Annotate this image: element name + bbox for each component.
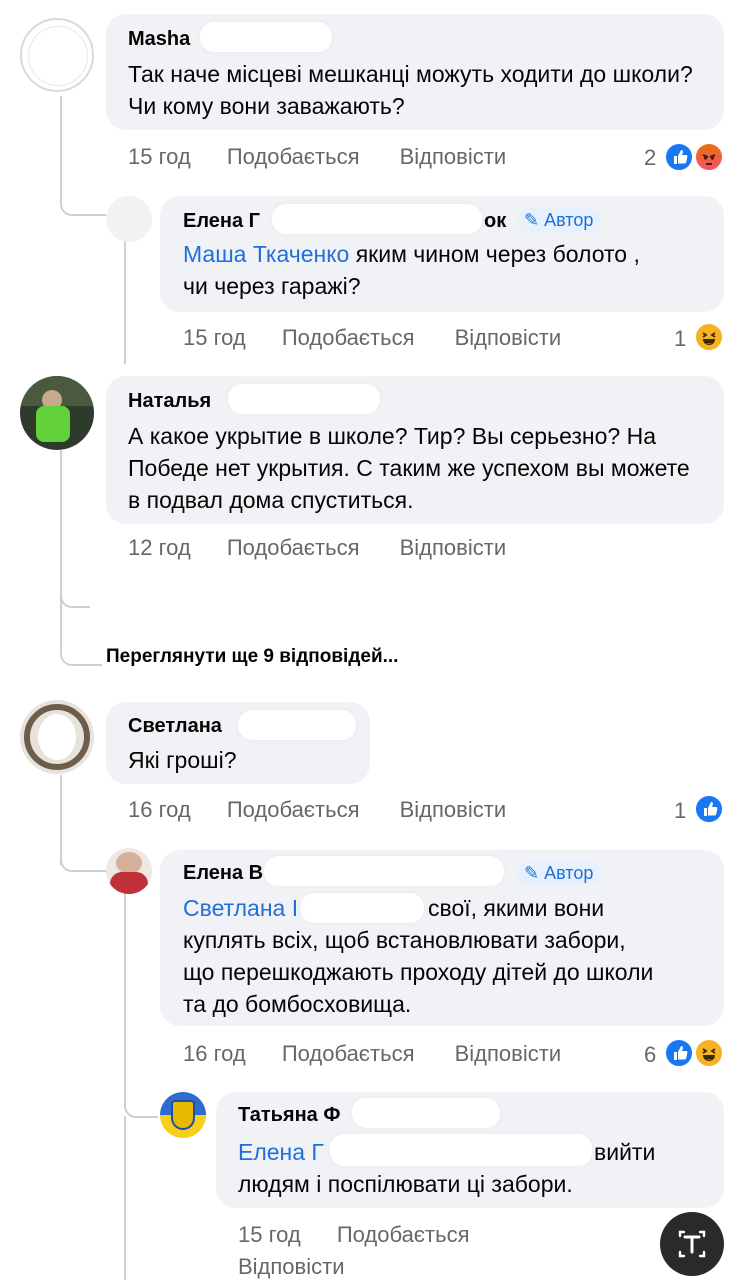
avatar[interactable] xyxy=(160,1092,206,1138)
thread-connector xyxy=(60,840,106,872)
comment-text: Маша Ткаченко яким чином через болото , … xyxy=(183,238,653,302)
redaction xyxy=(272,204,482,234)
comment-meta: 15 год Подобається Відповісти xyxy=(238,1219,538,1283)
comment-text-line: вийти xyxy=(594,1139,656,1165)
mention-link[interactable]: Светлана І xyxy=(183,895,298,921)
like-button[interactable]: Подобається xyxy=(337,1219,470,1251)
author-badge: ✎ Автор xyxy=(518,861,602,886)
reaction-count[interactable]: 1 xyxy=(674,326,686,352)
like-button[interactable]: Подобається xyxy=(282,1041,415,1067)
reply-button[interactable]: Відповісти xyxy=(238,1251,538,1283)
comment-time[interactable]: 15 год xyxy=(238,1219,301,1251)
like-button[interactable]: Подобається xyxy=(227,797,360,823)
redaction xyxy=(228,384,380,414)
comment-meta: 16 год Подобається Відповісти xyxy=(183,1041,561,1067)
redaction xyxy=(264,856,504,886)
comment-time[interactable]: 16 год xyxy=(183,1041,246,1067)
comment-author-name[interactable]: Елена Г xyxy=(183,210,260,233)
comment-text-line: свої, якими вони xyxy=(428,895,605,921)
comment-time[interactable]: 12 год xyxy=(128,535,191,561)
like-icon xyxy=(694,794,724,824)
comment-author-name[interactable]: Елена В xyxy=(183,862,263,885)
pencil-icon: ✎ xyxy=(524,210,540,230)
like-button[interactable]: Подобається xyxy=(227,535,360,561)
comment-text: Які гроші? xyxy=(128,747,237,773)
thread-line xyxy=(124,240,126,364)
reply-button[interactable]: Відповісти xyxy=(400,535,507,561)
comment-time[interactable]: 15 год xyxy=(128,144,191,170)
thread-connector xyxy=(60,180,110,216)
reply-button[interactable]: Відповісти xyxy=(455,325,562,351)
reply-button[interactable]: Відповісти xyxy=(455,1041,562,1067)
avatar[interactable] xyxy=(106,848,152,894)
like-button[interactable]: Подобається xyxy=(282,325,415,351)
redaction xyxy=(330,1134,592,1166)
comment-text: А какое укрытие в школе? Тир? Вы серьезн… xyxy=(128,423,690,513)
thread-connector xyxy=(124,1080,158,1118)
comment-author-name[interactable]: Наталья xyxy=(128,390,211,413)
comment-text-body: людям і поспілювати ці забори. xyxy=(238,1171,573,1197)
pencil-icon: ✎ xyxy=(524,863,540,883)
reaction-count[interactable]: 2 xyxy=(644,145,656,171)
thread-line xyxy=(124,893,126,1103)
comment-meta: 16 год Подобається Відповісти xyxy=(128,797,506,823)
avatar[interactable] xyxy=(20,376,94,450)
author-badge-label: Автор xyxy=(544,863,594,883)
avatar[interactable] xyxy=(20,700,94,774)
thread-connector xyxy=(60,600,102,666)
author-badge-label: Автор xyxy=(544,210,594,230)
reaction-count[interactable]: 1 xyxy=(674,798,686,824)
comment-author-name[interactable]: Masha xyxy=(128,28,190,51)
haha-icon xyxy=(694,322,724,352)
reply-button[interactable]: Відповісти xyxy=(400,797,507,823)
comment-meta: 15 год Подобається Відповісти xyxy=(183,325,561,351)
redaction xyxy=(238,710,356,740)
text-icon xyxy=(678,1230,706,1258)
comment-time[interactable]: 16 год xyxy=(128,797,191,823)
comment-time[interactable]: 15 год xyxy=(183,325,246,351)
comment-author-name-tail[interactable]: ок xyxy=(484,210,506,233)
comment-author-name[interactable]: Татьяна Ф xyxy=(238,1104,340,1127)
translate-button[interactable] xyxy=(660,1212,724,1276)
like-icon xyxy=(664,1038,694,1068)
comment-author-name[interactable]: Светлана xyxy=(128,715,222,738)
haha-icon xyxy=(694,1038,724,1068)
reaction-count[interactable]: 6 xyxy=(644,1042,656,1068)
avatar[interactable] xyxy=(106,196,152,242)
comment-meta: 15 год Подобається Відповісти xyxy=(128,144,506,170)
view-more-replies-link[interactable]: Переглянути ще 9 відповідей... xyxy=(106,646,398,668)
redaction xyxy=(300,893,424,923)
angry-icon xyxy=(694,142,724,172)
comment-text: Так наче місцеві мешканці можуть ходити … xyxy=(128,61,693,119)
comment-meta: 12 год Подобається Відповісти xyxy=(128,535,506,561)
mention-link[interactable]: Маша Ткаченко xyxy=(183,241,349,267)
redaction xyxy=(200,22,332,52)
redaction xyxy=(352,1098,500,1128)
like-icon xyxy=(664,142,694,172)
mention-link[interactable]: Елена Г xyxy=(238,1139,324,1165)
author-badge: ✎ Автор xyxy=(518,208,602,233)
like-button[interactable]: Подобається xyxy=(227,144,360,170)
thread-line xyxy=(124,1116,126,1280)
avatar[interactable] xyxy=(20,18,94,92)
comment-text: Елена Г xyxy=(238,1136,324,1168)
reply-button[interactable]: Відповісти xyxy=(400,144,507,170)
comment-text-body: куплять всіх, щоб встановлювати забори, … xyxy=(183,927,654,1017)
